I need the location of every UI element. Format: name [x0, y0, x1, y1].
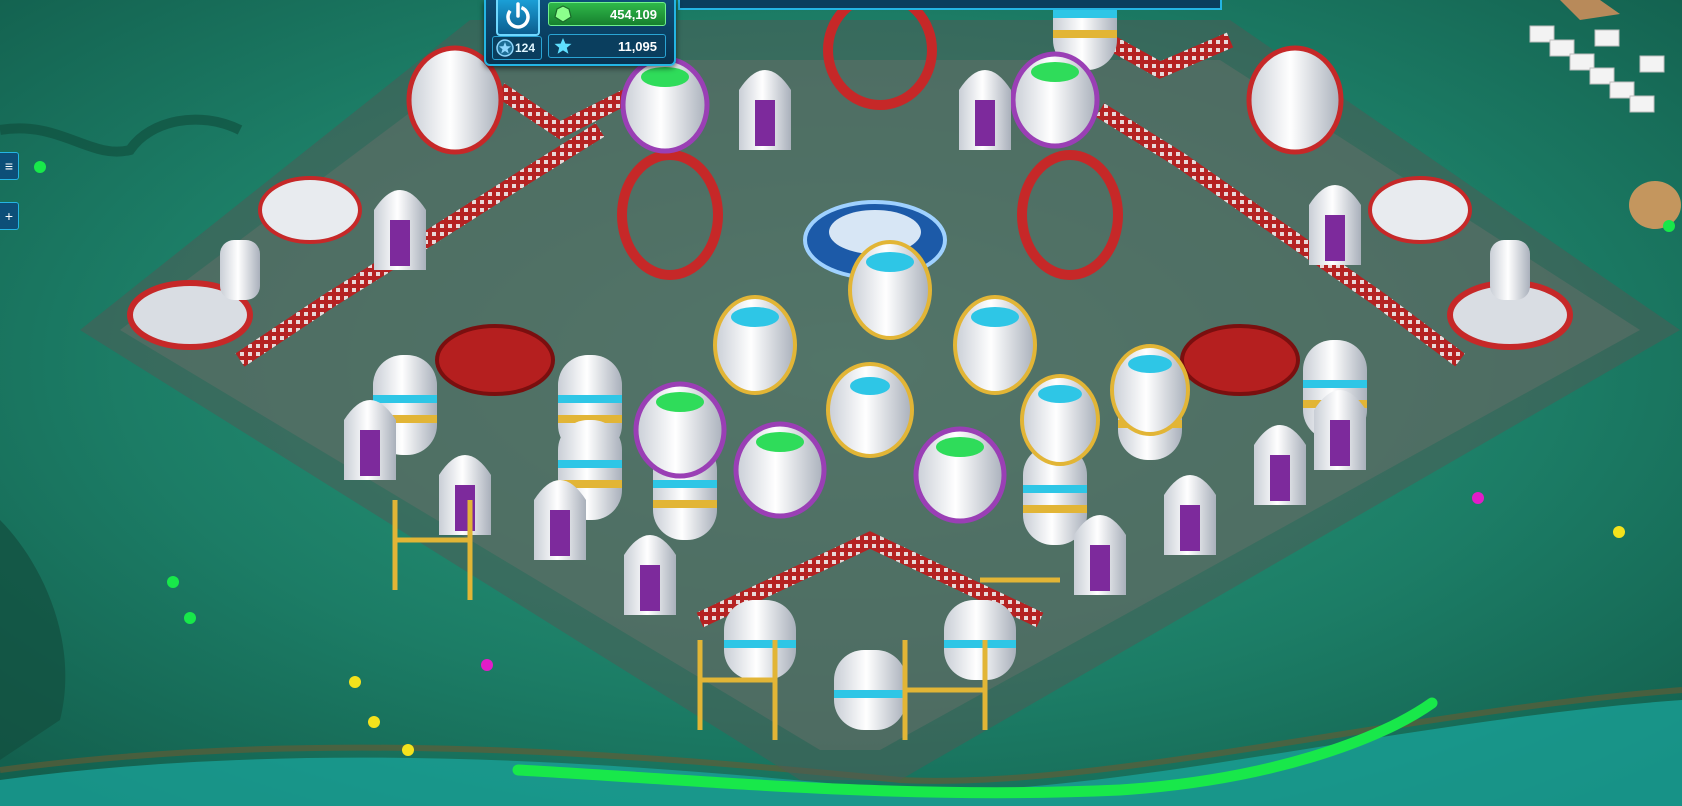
crystal-icon	[554, 5, 572, 23]
marker-green[interactable]	[1663, 220, 1675, 232]
marker-yellow[interactable]	[368, 716, 380, 728]
marker-yellow[interactable]	[1613, 526, 1625, 538]
marker-green[interactable]	[184, 612, 196, 624]
marker-yellow[interactable]	[402, 744, 414, 756]
crystal-counter: 454,109	[548, 2, 666, 26]
player-level: 124	[492, 36, 542, 60]
crystal-value: 454,109	[610, 7, 657, 22]
marker-yellow[interactable]	[349, 676, 361, 688]
side-add-button[interactable]: +	[0, 202, 19, 230]
add-icon: +	[4, 208, 14, 224]
game-map[interactable]	[0, 0, 1682, 806]
resource-hud: 124 454,109 11,095	[484, 0, 676, 66]
power-button[interactable]	[496, 0, 540, 36]
marker-magenta[interactable]	[481, 659, 493, 671]
star-value: 11,095	[617, 39, 657, 54]
level-value: 124	[515, 41, 536, 55]
power-icon	[506, 2, 530, 29]
marker-magenta[interactable]	[1472, 492, 1484, 504]
menu-icon: ≡	[4, 158, 14, 174]
marker-green[interactable]	[167, 576, 179, 588]
marker-green[interactable]	[34, 161, 46, 173]
side-menu-button[interactable]: ≡	[0, 152, 19, 180]
star-icon	[554, 38, 572, 54]
top-status-bar	[678, 0, 1222, 10]
level-star-icon	[496, 39, 514, 57]
star-counter: 11,095	[548, 34, 666, 58]
